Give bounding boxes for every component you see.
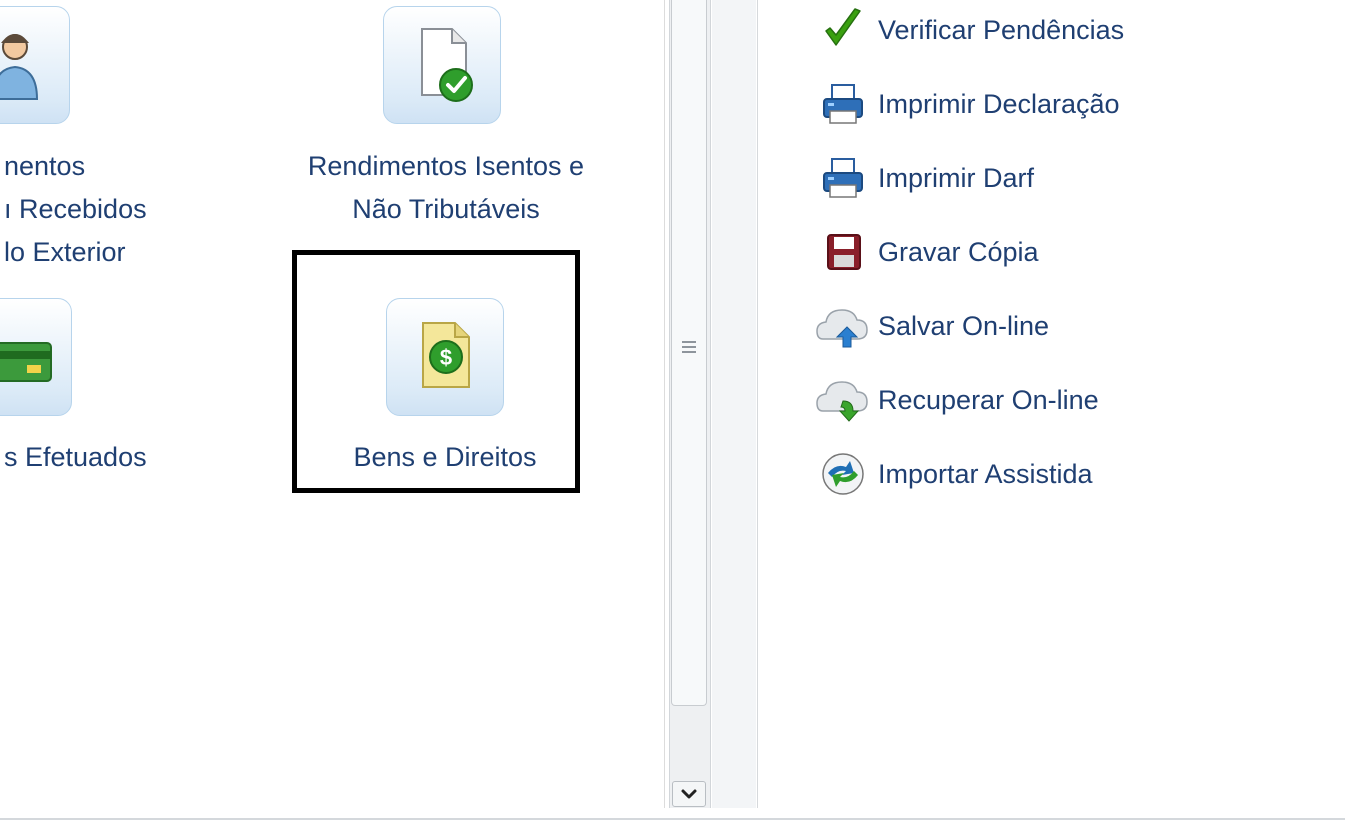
menu-label: Gravar Cópia [878, 236, 1039, 267]
menu-item-salvar-online[interactable]: Salvar On-line [808, 296, 1288, 356]
menu-item-verificar-pendencias[interactable]: Verificar Pendências [808, 0, 1288, 60]
chevron-down-icon [681, 789, 697, 799]
scrollbar-grip-icon [682, 341, 696, 354]
printer-icon [808, 74, 878, 134]
document-dollar-icon: $ [422, 322, 470, 388]
credit-card-icon [0, 342, 52, 382]
import-assisted-icon [808, 444, 878, 504]
svg-text:$: $ [440, 345, 452, 370]
bottom-border [0, 818, 1345, 820]
cloud-download-icon [808, 370, 878, 430]
tile-bens-direitos[interactable]: $ [386, 298, 504, 416]
tile-rendimentos-exterior-label: nentos ı Recebidos lo Exterior [4, 151, 147, 267]
scroll-down-button[interactable] [672, 781, 706, 807]
tile-rendimentos-isentos-label: Rendimentos Isentos e Não Tributáveis [307, 151, 585, 224]
panel-gap [712, 0, 756, 808]
floppy-disk-icon [808, 222, 878, 282]
tile-bens-direitos-label: Bens e Direitos [353, 442, 537, 472]
menu-item-gravar-copia[interactable]: Gravar Cópia [808, 222, 1288, 282]
menu-label: Imprimir Declaração [878, 88, 1120, 119]
menu-label: Salvar On-line [878, 310, 1050, 341]
panel-divider [664, 0, 665, 808]
document-check-icon [421, 28, 473, 102]
menu-label: Verificar Pendências [878, 14, 1125, 45]
check-icon [808, 0, 878, 60]
printer-icon [808, 148, 878, 208]
tile-rendimentos-isentos[interactable] [383, 6, 501, 124]
menu-divider [757, 0, 758, 808]
person-icon [0, 34, 39, 100]
menu-item-importar-assistida[interactable]: Importar Assistida [808, 444, 1288, 504]
menu-label: Importar Assistida [878, 458, 1093, 489]
tile-pagamentos-efetuados[interactable] [0, 298, 72, 416]
tile-rendimentos-exterior[interactable] [0, 6, 70, 124]
cloud-upload-icon [808, 296, 878, 356]
menu-label: Recuperar On-line [878, 384, 1099, 415]
menu-label: Imprimir Darf [878, 162, 1034, 193]
menu-item-recuperar-online[interactable]: Recuperar On-line [808, 370, 1288, 430]
menu-item-imprimir-darf[interactable]: Imprimir Darf [808, 148, 1288, 208]
tile-pagamentos-efetuados-label: s Efetuados [4, 442, 147, 472]
menu-item-imprimir-declaracao[interactable]: Imprimir Declaração [808, 74, 1288, 134]
